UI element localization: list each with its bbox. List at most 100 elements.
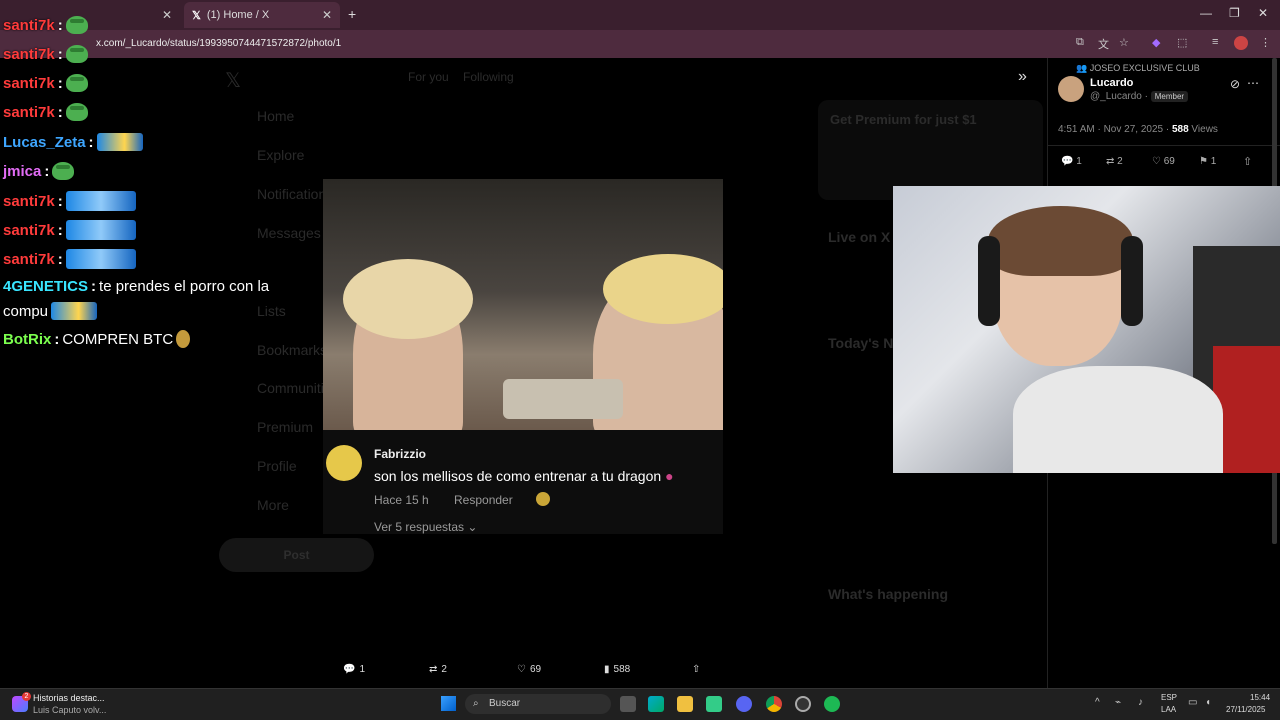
reply-count: 1 xyxy=(1076,156,1082,167)
heart-icon: ♡ xyxy=(517,664,526,675)
url-field[interactable]: x.com/_Lucardo/status/199395074447157287… xyxy=(96,35,1056,53)
chat-username[interactable]: santi7k xyxy=(3,17,55,34)
bar-repost-button[interactable]: ⇄ 2 xyxy=(429,664,447,675)
chat-colon: : xyxy=(44,162,50,180)
clock-date[interactable]: 27/11/2025 xyxy=(1226,705,1265,714)
edge-icon[interactable] xyxy=(648,696,664,712)
install-icon[interactable]: ⧉ xyxy=(1076,36,1084,49)
news-subtitle[interactable]: Luis Caputo volv... xyxy=(33,705,106,715)
collapse-panel-icon[interactable]: » xyxy=(1018,68,1027,86)
chat-message: santi7k: xyxy=(3,74,88,92)
chat-message: santi7k: xyxy=(3,103,88,121)
author-avatar[interactable] xyxy=(1058,76,1084,102)
minimize-button[interactable]: — xyxy=(1200,6,1212,20)
start-menu-icon[interactable] xyxy=(441,696,456,711)
nav-notifications: Notifications xyxy=(257,186,334,202)
frog-emote-icon xyxy=(65,74,88,92)
tray-chevron-icon[interactable]: ^ xyxy=(1095,697,1100,708)
menu-icon[interactable]: ⋮ xyxy=(1260,36,1271,49)
car-emote-icon xyxy=(51,302,98,320)
like-button[interactable]: ♡ 69 xyxy=(1152,156,1175,167)
close-tab-icon[interactable]: ✕ xyxy=(322,8,332,22)
bar-reply-button[interactable]: 💬 1 xyxy=(343,664,365,675)
bar-share-button[interactable]: ⇧ xyxy=(692,664,700,675)
chat-message: santi7k: xyxy=(3,16,88,34)
tab-home-x[interactable]: 𝕏 (1) Home / X ✕ xyxy=(184,2,340,28)
feed-tab-for-you: For you xyxy=(408,70,449,84)
author-name[interactable]: Lucardo xyxy=(1090,77,1133,89)
close-tab-icon[interactable]: ✕ xyxy=(162,8,172,22)
chat-username[interactable]: Lucas_Zeta xyxy=(3,134,86,151)
chat-username[interactable]: 4GENETICS xyxy=(3,278,88,295)
microphone-icon[interactable]: ♪ xyxy=(1138,697,1143,708)
store-icon[interactable] xyxy=(706,696,722,712)
chair-red-accent xyxy=(1213,346,1280,473)
comment-text: son los mellisos de como entrenar a tu d… xyxy=(374,468,674,484)
news-title[interactable]: Historias destac... xyxy=(33,693,105,703)
new-tab-button[interactable]: + xyxy=(348,6,356,22)
view-replies-link[interactable]: Ver 5 respuestas ⌄ xyxy=(374,520,477,534)
post-timestamp: 4:51 AM · Nov 27, 2025 · 588 Views xyxy=(1058,124,1218,135)
maximize-button[interactable]: ❐ xyxy=(1229,6,1240,20)
clock-time[interactable]: 15:44 xyxy=(1250,693,1270,702)
views-label: Views xyxy=(1191,124,1218,135)
close-window-button[interactable]: ✕ xyxy=(1258,6,1268,20)
chat-message: jmica: xyxy=(3,162,75,180)
taskbar-search[interactable]: ⌕ Buscar xyxy=(465,694,611,714)
like-count: 69 xyxy=(1163,156,1175,167)
repost-button[interactable]: ⇄ 2 xyxy=(1106,156,1123,167)
grok-icon[interactable]: ⊘ xyxy=(1230,77,1240,91)
bar-views[interactable]: ▮ 588 xyxy=(604,664,630,675)
file-explorer-icon[interactable] xyxy=(677,696,693,712)
chat-username[interactable]: santi7k xyxy=(3,104,55,121)
chat-colon: : xyxy=(88,133,94,151)
chat-username[interactable]: BotRix xyxy=(3,331,51,348)
chat-colon: : xyxy=(57,16,63,34)
x-logo-icon: 𝕏 xyxy=(225,70,242,92)
reply-button[interactable]: 💬 1 xyxy=(1061,156,1082,167)
frog-emote-icon xyxy=(52,162,75,180)
translate-icon[interactable]: 文 xyxy=(1098,36,1109,52)
share-icon[interactable]: ⇧ xyxy=(1243,155,1252,168)
reading-list-icon[interactable]: ≡ xyxy=(1212,36,1218,48)
spotify-icon[interactable] xyxy=(824,696,840,712)
chat-username[interactable]: santi7k xyxy=(3,251,55,268)
person-shirt xyxy=(1013,366,1223,473)
network-icon[interactable]: ⌁ xyxy=(1115,697,1121,708)
chat-message: santi7k: xyxy=(3,249,136,269)
bookmark-button[interactable]: ⚑ 1 xyxy=(1199,156,1216,167)
comment-card: Fabrizzio son los mellisos de como entre… xyxy=(323,430,723,534)
language-code[interactable]: ESP xyxy=(1161,693,1177,702)
discord-icon[interactable] xyxy=(736,696,752,712)
nav-more: More xyxy=(257,497,289,513)
chat-colon: : xyxy=(54,330,60,348)
extensions-puzzle-icon[interactable]: ⬚ xyxy=(1177,36,1187,49)
chat-colon: : xyxy=(91,278,97,295)
obs-icon[interactable] xyxy=(795,696,811,712)
bookmark-star-icon[interactable]: ☆ xyxy=(1119,36,1129,49)
chat-username[interactable]: santi7k xyxy=(3,75,55,92)
headphones-right xyxy=(1121,236,1143,326)
chat-username[interactable]: santi7k xyxy=(3,193,55,210)
volume-icon[interactable]: ◖ xyxy=(1205,697,1211,708)
author-handle[interactable]: @_Lucardo · Member xyxy=(1090,91,1189,102)
chat-message: BotRix: COMPREN BTC xyxy=(3,330,191,348)
chat-username[interactable]: santi7k xyxy=(3,46,55,63)
photo-image[interactable] xyxy=(323,179,723,430)
reply-link[interactable]: Responder xyxy=(454,493,513,507)
extension-icon[interactable]: ◆ xyxy=(1152,36,1160,49)
chrome-icon[interactable] xyxy=(766,696,782,712)
emoji-reaction-icon xyxy=(536,492,550,506)
task-view-icon[interactable] xyxy=(620,696,636,712)
frog-emote-icon xyxy=(65,16,88,34)
sofa xyxy=(503,379,623,419)
reply-icon: 💬 xyxy=(343,664,356,675)
wifi-icon[interactable]: ▭ xyxy=(1188,697,1197,708)
bar-like-button[interactable]: ♡ 69 xyxy=(517,664,541,675)
bitcoin-emote-icon xyxy=(176,330,191,348)
more-options-icon[interactable]: ⋯ xyxy=(1247,76,1259,90)
chat-username[interactable]: jmica xyxy=(3,163,41,180)
profile-avatar[interactable] xyxy=(1234,36,1248,50)
chat-username[interactable]: santi7k xyxy=(3,222,55,239)
keyboard-layout[interactable]: LAA xyxy=(1161,705,1176,714)
